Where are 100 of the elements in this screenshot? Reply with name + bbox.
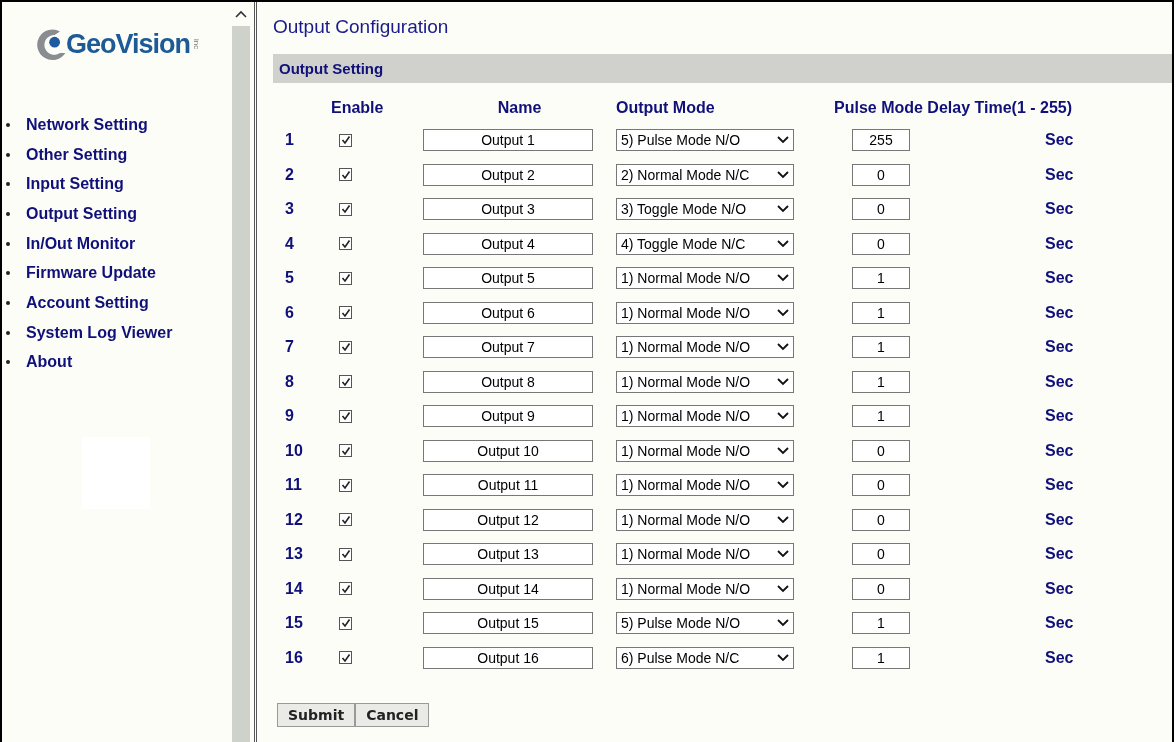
- unit-label: Sec: [1045, 269, 1074, 288]
- name-field[interactable]: Output 8: [423, 370, 593, 393]
- output-mode-dropdown[interactable]: 1) Normal Mode N/O: [616, 301, 794, 324]
- name-field[interactable]: Output 9: [423, 405, 593, 428]
- output-mode-dropdown[interactable]: 5) Pulse Mode N/O: [616, 612, 794, 635]
- bullet-icon: [6, 182, 10, 187]
- delay-field[interactable]: 1: [852, 646, 910, 669]
- output-mode-dropdown[interactable]: 1) Normal Mode N/O: [616, 336, 794, 359]
- output-mode-dropdown[interactable]: 4) Toggle Mode N/C: [616, 232, 794, 255]
- column-header: Name: [496, 99, 543, 117]
- delay-field[interactable]: 0: [852, 508, 910, 531]
- name-field[interactable]: Output 11: [423, 474, 593, 497]
- output-mode-dropdown[interactable]: 1) Normal Mode N/O: [616, 370, 794, 393]
- unit-label: Sec: [1045, 407, 1074, 426]
- enable-checkbox[interactable]: [339, 340, 352, 354]
- delay-field[interactable]: 0: [852, 577, 910, 600]
- bullet-icon: [6, 241, 10, 246]
- chevron-down-icon: [777, 550, 789, 559]
- delay-field[interactable]: 0: [852, 543, 910, 566]
- name-field[interactable]: Output 7: [423, 336, 593, 359]
- page-title: Output Configuration: [273, 16, 450, 38]
- row-number: 10: [284, 441, 304, 460]
- name-field[interactable]: Output 16: [423, 646, 593, 669]
- row-number: 8: [284, 372, 295, 391]
- output-mode-dropdown[interactable]: 1) Normal Mode N/O: [616, 577, 794, 600]
- sidebar-link[interactable]: Network Setting: [26, 115, 148, 134]
- chevron-down-icon: [777, 412, 789, 421]
- delay-field[interactable]: 1: [852, 336, 910, 359]
- unit-label: Sec: [1045, 579, 1074, 598]
- enable-checkbox[interactable]: [339, 582, 352, 596]
- name-field[interactable]: Output 12: [423, 508, 593, 531]
- row-number: 2: [284, 165, 295, 184]
- name-field[interactable]: Output 3: [423, 198, 593, 221]
- enable-checkbox[interactable]: [339, 616, 352, 630]
- output-mode-dropdown[interactable]: 3) Toggle Mode N/O: [616, 198, 794, 221]
- output-mode-dropdown[interactable]: 1) Normal Mode N/O: [616, 474, 794, 497]
- name-field[interactable]: Output 5: [423, 267, 593, 290]
- chevron-down-icon: [777, 205, 789, 214]
- unit-label: Sec: [1045, 165, 1074, 184]
- name-field[interactable]: Output 10: [423, 439, 593, 462]
- enable-checkbox[interactable]: [339, 651, 352, 665]
- cancel-button[interactable]: Cancel: [355, 703, 430, 727]
- enable-checkbox[interactable]: [339, 478, 352, 492]
- unit-label: Sec: [1045, 200, 1074, 219]
- name-field[interactable]: Output 1: [423, 129, 593, 152]
- chevron-down-icon: [777, 446, 789, 455]
- name-field[interactable]: Output 6: [423, 301, 593, 324]
- sidebar-link[interactable]: Input Setting: [26, 175, 124, 194]
- delay-field[interactable]: 0: [852, 439, 910, 462]
- enable-checkbox[interactable]: [339, 168, 352, 182]
- sidebar-link[interactable]: Other Setting: [26, 145, 128, 164]
- output-mode-dropdown[interactable]: 1) Normal Mode N/O: [616, 508, 794, 531]
- delay-field[interactable]: 1: [852, 301, 910, 324]
- chevron-down-icon: [777, 515, 789, 524]
- output-mode-dropdown[interactable]: 5) Pulse Mode N/O: [616, 129, 794, 152]
- output-mode-dropdown[interactable]: 1) Normal Mode N/O: [616, 267, 794, 290]
- unit-label: Sec: [1045, 510, 1074, 529]
- enable-checkbox[interactable]: [339, 547, 352, 561]
- sidebar-link[interactable]: Output Setting: [26, 204, 138, 223]
- unit-label: Sec: [1045, 476, 1074, 495]
- unit-label: Sec: [1045, 648, 1074, 667]
- enable-checkbox[interactable]: [339, 202, 352, 216]
- delay-field[interactable]: 255: [852, 129, 910, 152]
- sidebar-link[interactable]: System Log Viewer: [26, 323, 173, 342]
- enable-checkbox[interactable]: [339, 133, 352, 147]
- sidebar-link[interactable]: About: [26, 353, 73, 372]
- submit-button[interactable]: Submit: [277, 703, 356, 727]
- name-field[interactable]: Output 14: [423, 577, 593, 600]
- sidebar-link[interactable]: In/Out Monitor: [26, 234, 136, 253]
- row-number: 16: [284, 648, 304, 667]
- enable-checkbox[interactable]: [339, 375, 352, 389]
- sidebar-link[interactable]: Firmware Update: [26, 264, 156, 283]
- delay-field[interactable]: 1: [852, 370, 910, 393]
- name-field[interactable]: Output 2: [423, 163, 593, 186]
- output-mode-dropdown[interactable]: 1) Normal Mode N/O: [616, 543, 794, 566]
- name-field[interactable]: Output 13: [423, 543, 593, 566]
- unit-label: Sec: [1045, 441, 1074, 460]
- chevron-down-icon: [777, 308, 789, 317]
- delay-field[interactable]: 0: [852, 163, 910, 186]
- unit-label: Sec: [1045, 131, 1074, 150]
- enable-checkbox[interactable]: [339, 306, 352, 320]
- output-mode-dropdown[interactable]: 6) Pulse Mode N/C: [616, 646, 794, 669]
- sidebar-link[interactable]: Account Setting: [26, 293, 149, 312]
- delay-field[interactable]: 1: [852, 267, 910, 290]
- enable-checkbox[interactable]: [339, 271, 352, 285]
- enable-checkbox[interactable]: [339, 444, 352, 458]
- enable-checkbox[interactable]: [339, 237, 352, 251]
- delay-field[interactable]: 1: [852, 612, 910, 635]
- scrollbar[interactable]: [232, 2, 250, 742]
- output-mode-dropdown[interactable]: 1) Normal Mode N/O: [616, 405, 794, 428]
- delay-field[interactable]: 0: [852, 474, 910, 497]
- output-mode-dropdown[interactable]: 1) Normal Mode N/O: [616, 439, 794, 462]
- name-field[interactable]: Output 15: [423, 612, 593, 635]
- name-field[interactable]: Output 4: [423, 232, 593, 255]
- enable-checkbox[interactable]: [339, 513, 352, 527]
- output-mode-dropdown[interactable]: 2) Normal Mode N/C: [616, 163, 794, 186]
- delay-field[interactable]: 1: [852, 405, 910, 428]
- delay-field[interactable]: 0: [852, 232, 910, 255]
- delay-field[interactable]: 0: [852, 198, 910, 221]
- enable-checkbox[interactable]: [339, 409, 352, 423]
